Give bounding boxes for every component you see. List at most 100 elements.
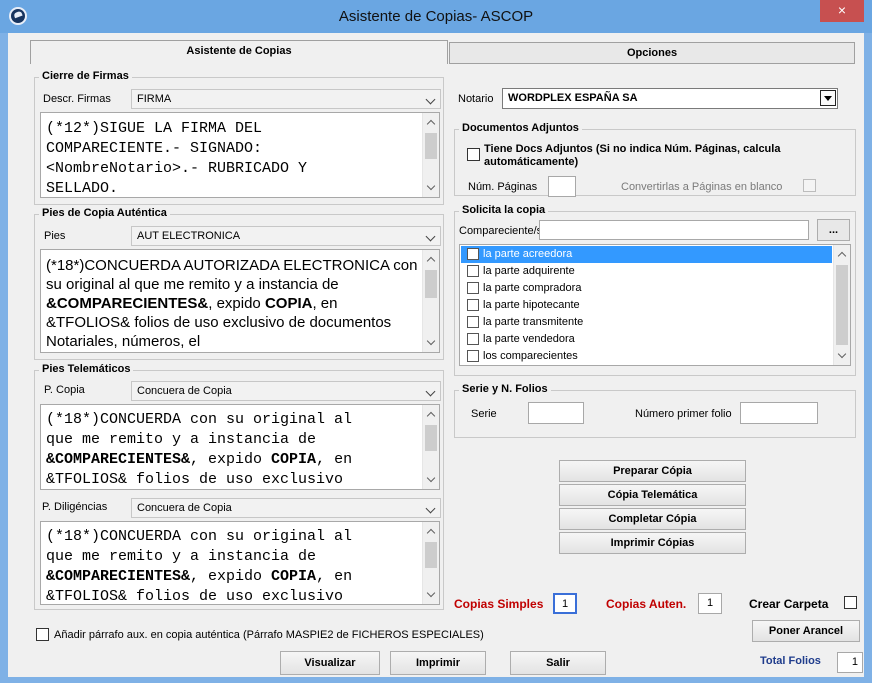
pies-autentica-textarea[interactable]: (*18*)CONCUERDA AUTORIZADA ELECTRONICA c… xyxy=(40,249,440,353)
chevron-down-icon xyxy=(425,94,436,105)
p-diligencias-text: (*18*)CONCUERDA con su original al que me… xyxy=(46,527,419,605)
list-item[interactable]: la parte acreedora xyxy=(461,246,832,263)
list-item-label: la parte acreedora xyxy=(483,248,573,260)
list-item[interactable]: los comparecientes xyxy=(461,348,832,365)
descr-firmas-value: FIRMA xyxy=(137,93,172,105)
scroll-thumb[interactable] xyxy=(425,133,437,159)
comparecientes-browse-button[interactable]: ... xyxy=(817,219,850,241)
text-line: , en xyxy=(316,451,353,468)
cierre-firmas-textarea[interactable]: (*12*)SIGUE LA FIRMA DEL COMPARECIENTE.-… xyxy=(40,112,440,198)
copia-telematica-button[interactable]: Cópia Telemática xyxy=(559,484,746,506)
scroll-down-icon[interactable] xyxy=(426,181,436,191)
list-item-checkbox[interactable] xyxy=(467,248,479,260)
list-item[interactable]: la parte vendedora xyxy=(461,331,832,348)
scroll-thumb[interactable] xyxy=(425,270,437,298)
text-line: (*18*)CONCUERDA con su original al xyxy=(46,528,353,545)
list-item-checkbox[interactable] xyxy=(467,299,479,311)
scroll-up-icon[interactable] xyxy=(426,528,436,538)
list-item-checkbox[interactable] xyxy=(467,333,479,345)
aux-paragraph-label: Añadir párrafo aux. en copia auténtica (… xyxy=(54,629,484,641)
crear-carpeta-label: Crear Carpeta xyxy=(749,597,829,611)
salir-button[interactable]: Salir xyxy=(510,651,606,675)
num-paginas-label: Núm. Páginas xyxy=(468,181,538,193)
descr-firmas-combo[interactable]: FIRMA xyxy=(131,89,441,109)
scroll-down-icon[interactable] xyxy=(426,473,436,483)
comparecientes-input[interactable] xyxy=(539,220,809,240)
close-button[interactable]: × xyxy=(820,0,864,22)
p-copia-text: (*18*)CONCUERDA con su original al que me… xyxy=(46,410,419,489)
tiene-docs-checkbox[interactable] xyxy=(467,148,480,161)
text-line: &TFOLIOS& folios de uso exclusivo xyxy=(46,588,344,605)
scroll-thumb[interactable] xyxy=(836,265,848,345)
imprimir-copias-button[interactable]: Imprimir Cópias xyxy=(559,532,746,554)
text-line: , expido xyxy=(190,451,272,468)
list-item[interactable]: la parte adquirente xyxy=(461,263,832,280)
text-line: que me remito y a instancia de xyxy=(46,431,317,448)
pies-combo[interactable]: AUT ELECTRONICA xyxy=(131,226,441,246)
pies-value: AUT ELECTRONICA xyxy=(137,230,241,242)
list-item-checkbox[interactable] xyxy=(467,282,479,294)
list-item-checkbox[interactable] xyxy=(467,350,479,362)
text-bold: &COMPARECIENTES& xyxy=(46,451,191,468)
scroll-down-icon[interactable] xyxy=(426,336,436,346)
tab-asistente-de-copias[interactable]: Asistente de Copias xyxy=(30,40,448,64)
notario-combo[interactable]: WORDPLEX ESPAÑA SA xyxy=(502,88,838,109)
total-folios-value: 1 xyxy=(837,652,863,673)
p-diligencias-combo[interactable]: Concuera de Copia xyxy=(131,498,441,518)
dropdown-arrow-icon[interactable] xyxy=(820,90,836,106)
comparecientes-label: Compareciente/s xyxy=(459,225,543,237)
cierre-firmas-text: (*12*)SIGUE LA FIRMA DEL COMPARECIENTE.-… xyxy=(46,120,308,197)
serie-label: Serie xyxy=(471,408,497,420)
scroll-thumb[interactable] xyxy=(425,425,437,451)
aux-paragraph-checkbox[interactable] xyxy=(36,628,49,641)
convertir-label: Convertirlas a Páginas en blanco xyxy=(621,181,783,193)
docs-adjuntos-title: Documentos Adjuntos xyxy=(459,122,582,134)
p-diligencias-scrollbar[interactable] xyxy=(422,522,439,604)
scroll-up-icon[interactable] xyxy=(426,411,436,421)
p-diligencias-textarea[interactable]: (*18*)CONCUERDA con su original al que me… xyxy=(40,521,440,605)
serie-title: Serie y N. Folios xyxy=(459,383,551,395)
imprimir-button[interactable]: Imprimir xyxy=(390,651,486,675)
convertir-checkbox[interactable] xyxy=(803,179,816,192)
list-item[interactable]: la parte transmitente xyxy=(461,314,832,331)
solicita-list-scrollbar[interactable] xyxy=(833,245,850,365)
list-item-label: la parte compradora xyxy=(483,282,582,294)
list-item-label: la parte hipotecante xyxy=(483,299,580,311)
pies-text-bold: COPIA xyxy=(264,295,313,312)
visualizar-button[interactable]: Visualizar xyxy=(280,651,380,675)
tiene-docs-label: Tiene Docs Adjuntos (Si no indica Núm. P… xyxy=(484,143,781,155)
p-copia-scrollbar[interactable] xyxy=(422,405,439,489)
crear-carpeta-checkbox[interactable] xyxy=(844,596,857,609)
p-copia-textarea[interactable]: (*18*)CONCUERDA con su original al que me… xyxy=(40,404,440,490)
title-bar[interactable]: Asistente de Copias- ASCOP × xyxy=(0,0,872,33)
list-item-checkbox[interactable] xyxy=(467,265,479,277)
scroll-down-icon[interactable] xyxy=(426,588,436,598)
copias-simples-input[interactable]: 1 xyxy=(553,593,577,614)
p-copia-value: Concuera de Copia xyxy=(137,385,232,397)
serie-input[interactable] xyxy=(528,402,584,424)
completar-copia-button[interactable]: Completar Cópia xyxy=(559,508,746,530)
num-paginas-input[interactable] xyxy=(548,176,576,197)
preparar-copia-button[interactable]: Preparar Cópia xyxy=(559,460,746,482)
p-copia-combo[interactable]: Concuera de Copia xyxy=(131,381,441,401)
list-item-label: la parte adquirente xyxy=(483,265,575,277)
cierre-firmas-scrollbar[interactable] xyxy=(422,113,439,197)
list-item[interactable]: la parte compradora xyxy=(461,280,832,297)
tab-opciones[interactable]: Opciones xyxy=(449,42,855,64)
scroll-up-icon[interactable] xyxy=(426,256,436,266)
scroll-down-icon[interactable] xyxy=(837,349,847,359)
notario-label: Notario xyxy=(458,93,494,105)
scroll-up-icon[interactable] xyxy=(426,119,436,129)
numero-primer-folio-input[interactable] xyxy=(740,402,818,424)
solicita-list[interactable]: la parte acreedora la parte adquirente l… xyxy=(459,244,851,366)
copias-auten-label: Copias Auten. xyxy=(606,597,687,611)
list-item[interactable]: la parte hipotecante xyxy=(461,297,832,314)
list-item-checkbox[interactable] xyxy=(467,316,479,328)
poner-arancel-button[interactable]: Poner Arancel xyxy=(752,620,860,642)
scroll-thumb[interactable] xyxy=(425,542,437,568)
chevron-down-icon xyxy=(425,503,436,514)
text-line: (*18*)CONCUERDA con su original al xyxy=(46,411,353,428)
copias-auten-input[interactable]: 1 xyxy=(698,593,722,614)
scroll-up-icon[interactable] xyxy=(837,251,847,261)
pies-autentica-scrollbar[interactable] xyxy=(422,250,439,352)
